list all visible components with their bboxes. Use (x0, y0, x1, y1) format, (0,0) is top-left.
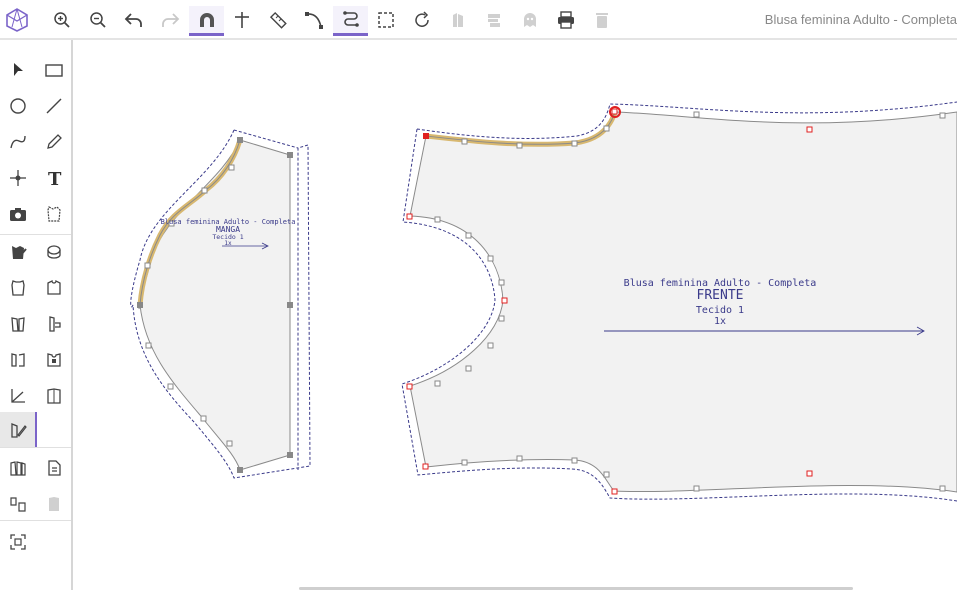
redo-icon[interactable] (155, 5, 185, 35)
svg-text:T: T (48, 169, 62, 187)
curve-icon[interactable] (2, 126, 34, 158)
shirt-front-icon[interactable] (2, 272, 34, 304)
piece-rotate-icon[interactable] (38, 380, 70, 412)
ghost-icon[interactable] (515, 5, 545, 35)
magnet-icon[interactable] (189, 6, 224, 36)
scan-icon[interactable] (2, 526, 34, 558)
frente-name-label: FRENTE (697, 288, 744, 303)
cross-tool-icon[interactable] (227, 5, 257, 35)
piece-check-icon[interactable] (2, 236, 34, 268)
pattern-drawing[interactable]: Blusa feminina Adulto - Completa MANGA T… (73, 40, 957, 590)
sidebar-divider (0, 447, 71, 448)
piece-frente[interactable]: Blusa feminina Adulto - Completa FRENTE … (401, 101, 957, 502)
piece-swap-icon[interactable] (2, 488, 34, 520)
circle-icon[interactable] (2, 90, 34, 122)
zoom-in-icon[interactable] (47, 5, 77, 35)
piece-lock-icon[interactable] (38, 344, 70, 376)
piece-hand-icon[interactable] (38, 308, 70, 340)
pointer-icon[interactable] (2, 54, 34, 86)
piece-outline-icon[interactable] (38, 198, 70, 230)
piece-manga[interactable]: Blusa feminina Adulto - Completa MANGA T… (130, 129, 311, 479)
document-title: Blusa feminina Adulto - Completa (764, 12, 957, 27)
shirt-back-icon[interactable] (38, 272, 70, 304)
pattern-canvas[interactable]: Blusa feminina Adulto - Completa MANGA T… (73, 40, 957, 590)
trash-icon[interactable] (587, 5, 617, 35)
tool-sidebar: T (0, 40, 73, 590)
zoom-out-icon[interactable] (83, 5, 113, 35)
selection-box-icon[interactable] (371, 5, 401, 35)
frente-qty-label: 1x (714, 316, 726, 327)
piece-layers-icon[interactable] (479, 5, 509, 35)
rectangle-icon[interactable] (38, 54, 70, 86)
piece-stack-icon[interactable] (38, 488, 70, 520)
path-tool-icon[interactable] (333, 6, 368, 36)
line-icon[interactable] (38, 90, 70, 122)
point-icon[interactable] (2, 162, 34, 194)
rotate-icon[interactable] (407, 5, 437, 35)
pencil-icon[interactable] (38, 126, 70, 158)
curve-point-icon[interactable] (299, 5, 329, 35)
print-icon[interactable] (551, 5, 581, 35)
camera-icon[interactable] (2, 198, 34, 230)
undo-icon[interactable] (119, 5, 149, 35)
piece-group-icon[interactable] (2, 452, 34, 484)
angle-icon[interactable] (2, 380, 34, 412)
ruler-icon[interactable] (263, 5, 293, 35)
piece-copy-icon[interactable] (443, 5, 473, 35)
text-icon[interactable]: T (38, 162, 70, 194)
frente-fabric-label: Tecido 1 (696, 305, 744, 316)
sidebar-divider (0, 520, 71, 521)
piece-edit-icon[interactable] (0, 412, 37, 448)
logo-icon[interactable] (2, 5, 32, 35)
top-toolbar: Blusa feminina Adulto - Completa (0, 0, 957, 40)
piece-document-icon[interactable] (38, 452, 70, 484)
hat-icon[interactable] (38, 236, 70, 268)
piece-fold-icon[interactable] (2, 308, 34, 340)
sidebar-divider (0, 234, 71, 235)
piece-cut-icon[interactable] (2, 344, 34, 376)
